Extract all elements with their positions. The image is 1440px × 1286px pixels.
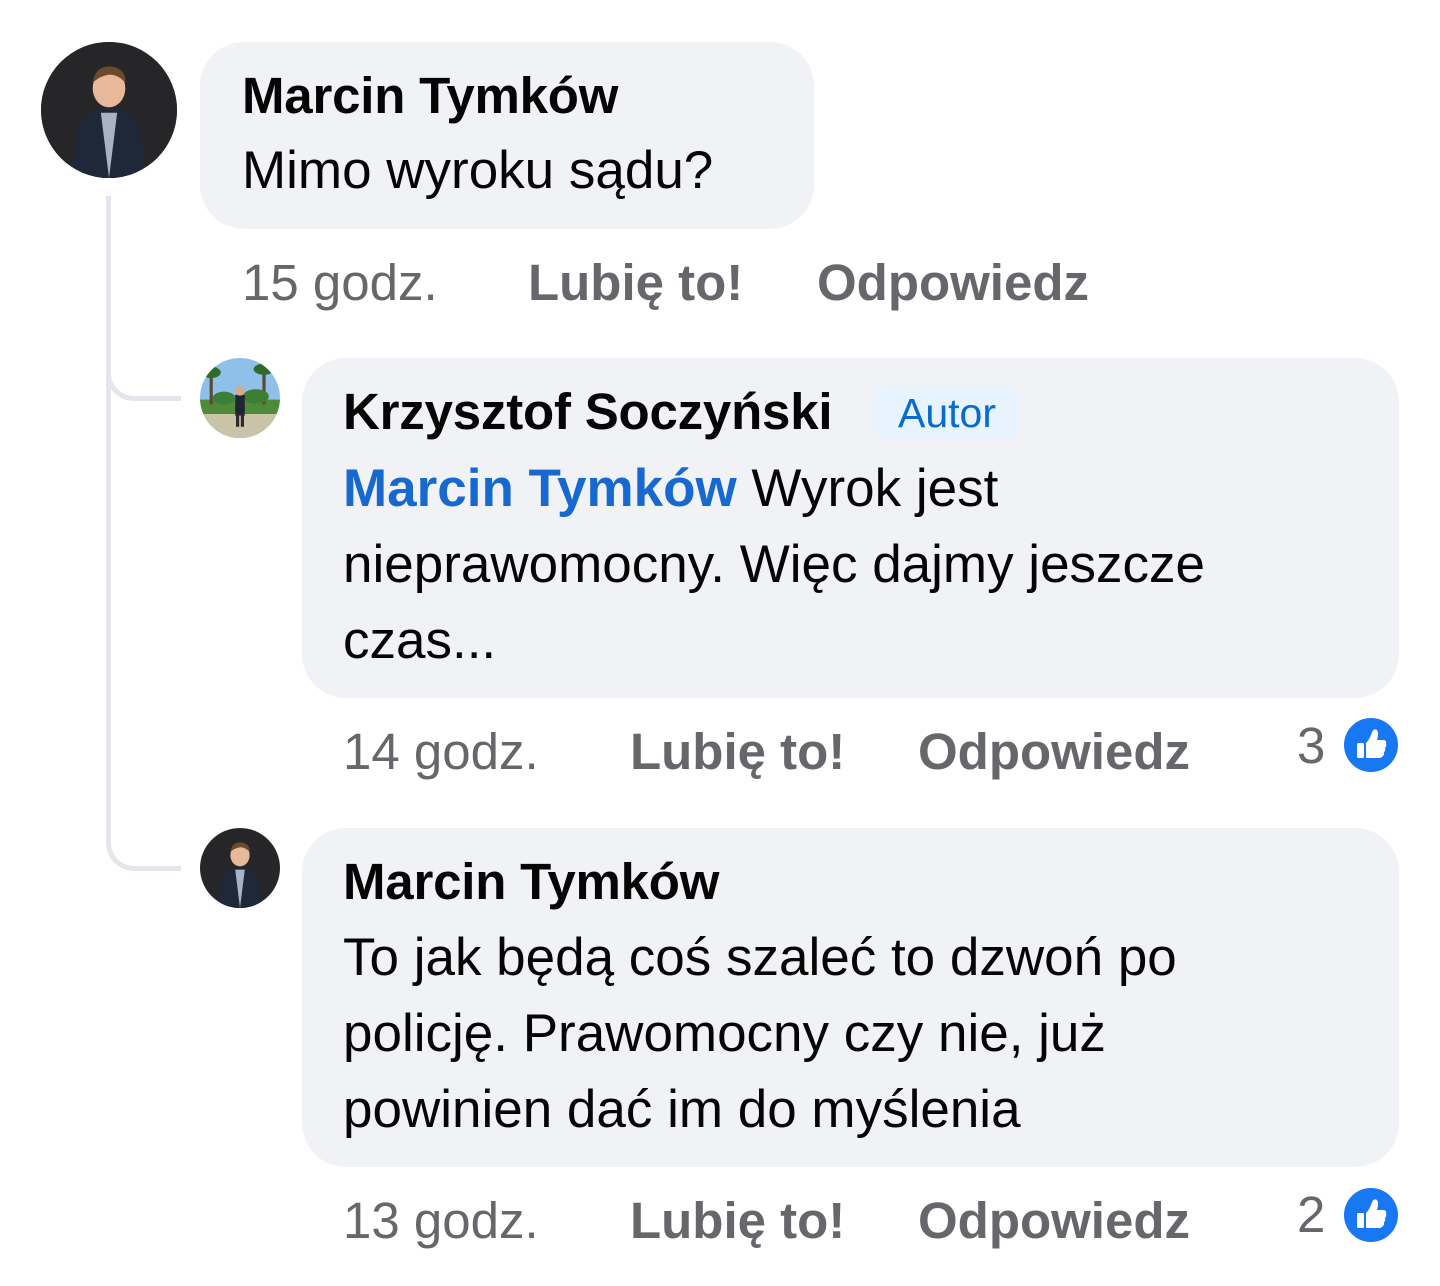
comment-timestamp[interactable]: 15 godz.	[242, 253, 438, 313]
reply-button[interactable]: Odpowiedz	[817, 253, 1089, 313]
avatar-photo	[200, 828, 280, 908]
reply-text-line: nieprawomocny. Więc dajmy jeszcze	[343, 535, 1206, 594]
reply-timestamp[interactable]: 13 godz.	[343, 1191, 539, 1251]
reply-text-segment: Wyrok jest	[751, 459, 999, 518]
avatar[interactable]	[200, 358, 280, 438]
comment-author[interactable]: Marcin Tymków	[242, 66, 618, 126]
avatar-photo	[200, 358, 280, 438]
thread-branch-reply-2	[106, 396, 181, 871]
reaction-count[interactable]: 3	[1297, 716, 1325, 776]
thumbs-up-icon[interactable]	[1344, 718, 1398, 772]
reply-button[interactable]: Odpowiedz	[918, 1191, 1190, 1251]
reply-timestamp[interactable]: 14 godz.	[343, 722, 539, 782]
reply-text-line: policję. Prawomocny czy nie, już	[343, 1004, 1106, 1063]
like-button[interactable]: Lubię to!	[630, 722, 845, 782]
reply-button[interactable]: Odpowiedz	[918, 722, 1190, 782]
like-button[interactable]: Lubię to!	[528, 253, 743, 313]
avatar-photo	[41, 42, 177, 178]
reply-author[interactable]: Marcin Tymków	[343, 852, 719, 912]
comment-text: Mimo wyroku sądu?	[242, 141, 714, 200]
avatar[interactable]	[200, 828, 280, 908]
mention-link[interactable]: Marcin Tymków	[343, 459, 737, 518]
avatar[interactable]	[41, 42, 177, 178]
like-button[interactable]: Lubię to!	[630, 1191, 845, 1251]
author-badge: Autor	[874, 386, 1020, 440]
reply-text-line: To jak będą coś szaleć to dzwoń po	[343, 928, 1177, 987]
reply-text-line: Marcin Tymków Wyrok jest	[343, 451, 998, 527]
reply-author[interactable]: Krzysztof Soczyński	[343, 382, 833, 442]
reply-text-line: powinien dać im do myślenia	[343, 1080, 1021, 1139]
reaction-count[interactable]: 2	[1297, 1185, 1325, 1245]
thumbs-up-icon[interactable]	[1344, 1188, 1398, 1242]
reply-text-line: czas...	[343, 611, 497, 670]
thread-line	[106, 196, 111, 396]
